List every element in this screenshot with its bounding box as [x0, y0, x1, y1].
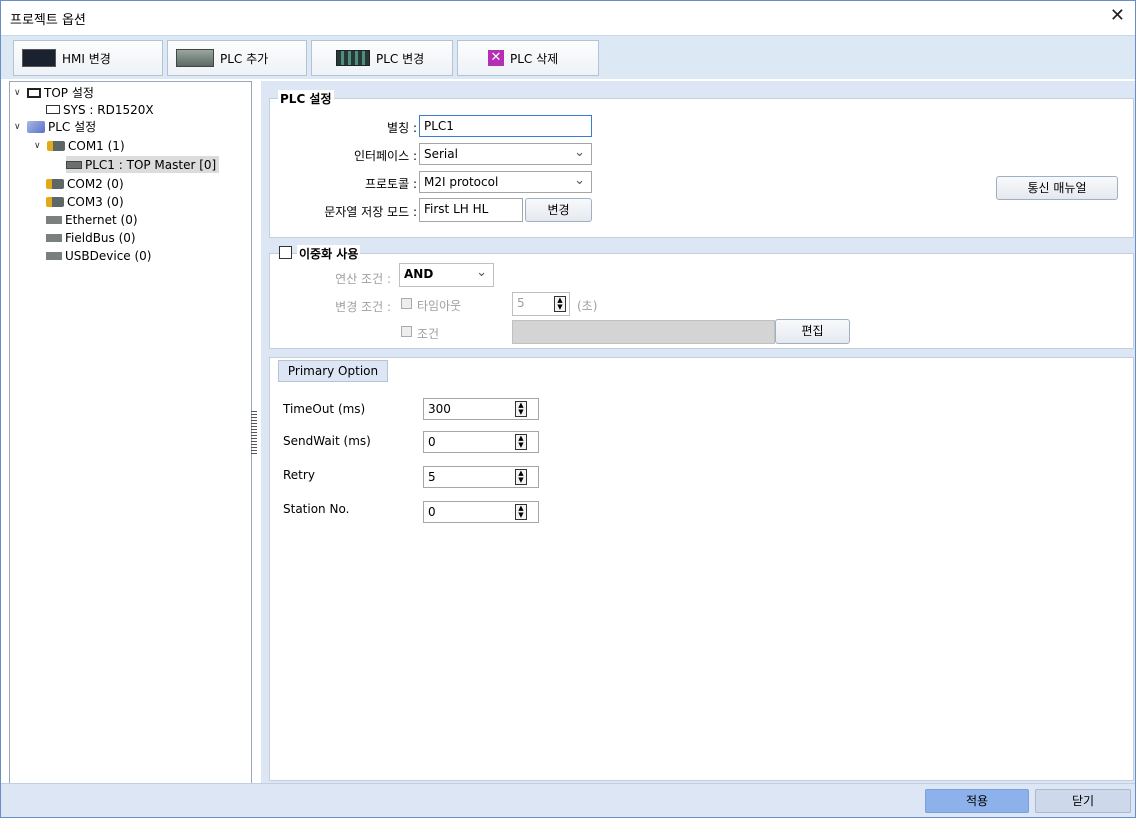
sendwait-ms-spinner[interactable]: ▲ ▼	[515, 434, 527, 450]
group-title: PLC 설정	[278, 90, 334, 107]
tree-label: Ethernet (0)	[65, 212, 138, 227]
tree-label: PLC1 : TOP Master [0]	[85, 157, 217, 172]
monitor-icon	[27, 87, 41, 98]
close-button[interactable]: 닫기	[1035, 789, 1131, 813]
primary-option-panel	[269, 357, 1134, 781]
option-label: SendWait (ms)	[283, 434, 371, 448]
interface-value: Serial	[424, 147, 458, 161]
plc-delete-button[interactable]: ✕ PLC 삭제	[457, 40, 599, 76]
timeout-checkbox[interactable]	[401, 298, 412, 309]
hmi-change-label: HMI 변경	[62, 51, 111, 66]
tree-item-plc1[interactable]: PLC1 : TOP Master [0]	[66, 156, 220, 173]
timeout-spinner[interactable]: ▲ ▼	[554, 296, 566, 312]
alias-input[interactable]: PLC1	[419, 115, 592, 137]
chevron-down-icon[interactable]: ∨	[14, 122, 24, 132]
com-port-icon	[46, 196, 64, 207]
retry-spinner[interactable]: ▲ ▼	[515, 469, 527, 485]
option-label: TimeOut (ms)	[283, 402, 366, 416]
tree-label: USBDevice (0)	[65, 248, 152, 263]
tree-label: COM1 (1)	[68, 138, 125, 153]
toolbar: HMI 변경 PLC 추가 PLC 변경 ✕ PLC 삭제	[1, 35, 1135, 79]
tree-label: TOP 설정	[44, 86, 94, 100]
title-bar: 프로젝트 옵션 ✕	[1, 1, 1135, 35]
tree-item-com1[interactable]: ∨ COM1 (1)	[34, 137, 125, 154]
condition-checkbox[interactable]	[401, 326, 412, 337]
plc-change-label: PLC 변경	[376, 51, 425, 66]
station-no-spinner[interactable]: ▲ ▼	[515, 504, 527, 520]
tree-label: COM2 (0)	[67, 176, 124, 191]
tree-item-usb[interactable]: USBDevice (0)	[46, 247, 151, 264]
chevron-down-icon[interactable]: ∨	[34, 141, 44, 151]
tree-label: FieldBus (0)	[65, 230, 136, 245]
tree-label: SYS : RD1520X	[63, 102, 154, 117]
condition-label: 조건	[417, 327, 440, 341]
interface-label: 인터페이스 :	[353, 149, 417, 163]
tree-item-com3[interactable]: COM3 (0)	[46, 193, 124, 210]
edit-button[interactable]: 편집	[775, 319, 850, 344]
footer-bar: 적용 닫기	[1, 783, 1135, 817]
timeout-unit: (초)	[577, 299, 598, 313]
hmi-icon	[22, 49, 56, 67]
chevron-down-icon: ⌄	[574, 173, 585, 188]
chevron-down-icon: ⌄	[476, 265, 487, 280]
redundancy-checkbox[interactable]	[279, 246, 292, 259]
plc-settings-icon	[27, 120, 45, 133]
settings-tree: ∨ TOP 설정 SYS : RD1520X ∨ PLC 설정 ∨ COM1 (…	[9, 81, 252, 795]
option-label: Station No.	[283, 502, 350, 516]
timeout-ms-spinner[interactable]: ▲ ▼	[515, 401, 527, 417]
hmi-change-button[interactable]: HMI 변경	[13, 40, 163, 76]
plc-device-icon	[66, 160, 82, 169]
comm-manual-button[interactable]: 통신 매뉴얼	[996, 176, 1118, 200]
operation-select[interactable]: AND ⌄	[399, 263, 494, 287]
ethernet-icon	[46, 215, 62, 224]
project-options-window: 프로젝트 옵션 ✕ HMI 변경 PLC 추가 PLC 변경 ✕ PLC 삭제 …	[0, 0, 1136, 818]
plc-add-button[interactable]: PLC 추가	[167, 40, 307, 76]
monitor-icon	[46, 105, 60, 114]
protocol-value: M2I protocol	[424, 175, 499, 189]
tree-item-sys[interactable]: SYS : RD1520X	[46, 101, 154, 118]
operation-label: 연산 조건 :	[335, 272, 391, 286]
tree-item-top[interactable]: ∨ TOP 설정	[14, 84, 94, 101]
interface-select[interactable]: Serial ⌄	[419, 143, 592, 165]
plc-icon	[176, 49, 214, 67]
redundancy-title: 이중화 사용	[297, 245, 361, 262]
com-port-icon	[47, 140, 65, 151]
timeout-label: 타임아웃	[417, 299, 462, 313]
chevron-down-icon: ⌄	[574, 145, 585, 160]
plc-add-label: PLC 추가	[220, 51, 269, 66]
condition-field	[512, 320, 775, 344]
tree-item-fieldbus[interactable]: FieldBus (0)	[46, 229, 136, 246]
tree-label: COM3 (0)	[67, 194, 124, 209]
chevron-down-icon[interactable]: ∨	[14, 88, 24, 98]
protocol-select[interactable]: M2I protocol ⌄	[419, 171, 592, 193]
plc-delete-label: PLC 삭제	[510, 51, 559, 66]
string-mode-change-button[interactable]: 변경	[525, 198, 592, 222]
operation-value: AND	[404, 267, 434, 281]
plc-module-icon	[336, 50, 370, 66]
fieldbus-icon	[46, 233, 62, 242]
string-mode-input: First LH HL	[419, 198, 523, 222]
plc-change-button[interactable]: PLC 변경	[311, 40, 453, 76]
splitter-handle[interactable]	[251, 411, 257, 455]
tree-item-ethernet[interactable]: Ethernet (0)	[46, 211, 138, 228]
close-icon[interactable]: ✕	[1110, 6, 1125, 26]
protocol-label: 프로토콜 :	[364, 177, 417, 191]
alias-label: 별칭 :	[387, 121, 417, 135]
tree-label: PLC 설정	[48, 120, 97, 134]
delete-icon: ✕	[488, 50, 504, 66]
tree-item-plc-settings[interactable]: ∨ PLC 설정	[14, 118, 96, 135]
tree-item-com2[interactable]: COM2 (0)	[46, 175, 124, 192]
window-title: 프로젝트 옵션	[10, 13, 86, 28]
apply-button[interactable]: 적용	[925, 789, 1029, 813]
option-label: Retry	[283, 468, 315, 482]
com-port-icon	[46, 178, 64, 189]
string-mode-label: 문자열 저장 모드 :	[324, 205, 417, 219]
tab-primary-option[interactable]: Primary Option	[278, 360, 388, 382]
change-cond-label: 변경 조건 :	[335, 300, 391, 314]
usb-device-icon	[46, 251, 62, 260]
